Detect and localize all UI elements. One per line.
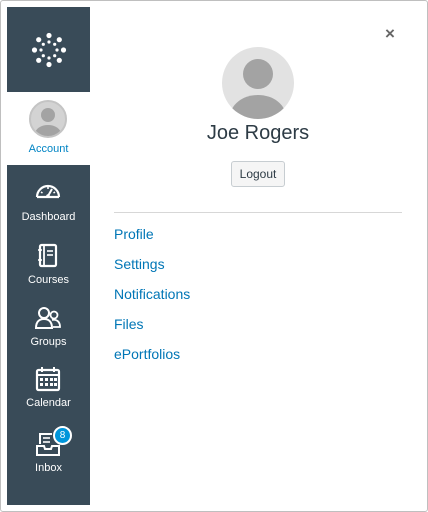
list-item: Profile [114, 223, 402, 253]
nav-item-inbox[interactable]: 8 Inbox [7, 426, 90, 492]
canvas-logo-link[interactable] [7, 7, 90, 92]
nav-label-groups: Groups [30, 336, 67, 348]
nav-item-groups[interactable]: Groups [7, 304, 90, 366]
nav-item-courses[interactable]: Courses [7, 242, 90, 304]
nav-item-account[interactable]: Account [7, 92, 90, 165]
profile-link[interactable]: Profile [114, 226, 154, 242]
inbox-unread-badge: 8 [53, 426, 72, 445]
calendar-icon [35, 367, 61, 392]
list-item: Notifications [114, 283, 402, 313]
logout-button[interactable]: Logout [231, 161, 285, 187]
user-name: Joe Rogers [206, 122, 310, 144]
nav-item-calendar[interactable]: Calendar [7, 365, 90, 427]
list-item: ePortfolios [114, 343, 402, 373]
global-nav: Account Dashboard Courses Groups Calenda… [7, 7, 90, 505]
eportfolios-link[interactable]: ePortfolios [114, 346, 180, 362]
nav-item-dashboard[interactable]: Dashboard [7, 179, 90, 241]
nav-label-dashboard: Dashboard [21, 211, 76, 223]
dashboard-icon [35, 184, 61, 199]
app-window: Account Dashboard Courses Groups Calenda… [0, 0, 428, 512]
files-link[interactable]: Files [114, 316, 144, 332]
tray-divider [114, 212, 402, 213]
close-tray-button[interactable]: × [381, 25, 399, 43]
profile-avatar [222, 47, 294, 119]
account-label: Account [28, 143, 69, 155]
courses-icon [38, 243, 58, 268]
nav-label-courses: Courses [28, 274, 69, 286]
canvas-logo-icon [31, 32, 66, 67]
nav-label-inbox: Inbox [35, 462, 62, 474]
close-icon: × [385, 24, 395, 43]
tray-links-list: Profile Settings Notifications Files ePo… [114, 223, 402, 373]
groups-icon [34, 307, 61, 329]
nav-label-calendar: Calendar [26, 397, 71, 409]
list-item: Settings [114, 253, 402, 283]
account-avatar [29, 100, 67, 138]
notifications-link[interactable]: Notifications [114, 286, 190, 302]
settings-link[interactable]: Settings [114, 256, 165, 272]
list-item: Files [114, 313, 402, 343]
